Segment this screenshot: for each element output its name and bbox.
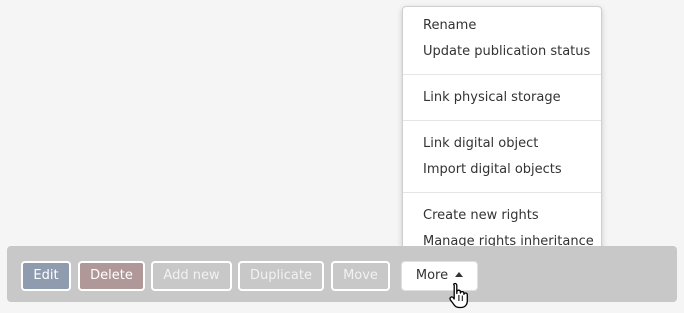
action-bar: Edit Delete Add new Duplicate Move More — [7, 246, 677, 302]
menu-item-import-digital-objects[interactable]: Import digital objects — [403, 157, 601, 183]
duplicate-button[interactable]: Duplicate — [238, 261, 324, 291]
menu-item-rename[interactable]: Rename — [403, 13, 601, 39]
more-button-label: More — [415, 268, 449, 283]
hand-pointer-cursor-icon — [449, 282, 468, 309]
move-button[interactable]: Move — [331, 261, 390, 291]
add-new-button[interactable]: Add new — [151, 261, 232, 291]
menu-item-create-new-rights[interactable]: Create new rights — [403, 203, 601, 229]
caret-up-icon — [455, 272, 464, 277]
menu-divider — [403, 74, 601, 75]
more-dropdown-menu: Rename Update publication status Link ph… — [402, 6, 602, 258]
menu-divider — [403, 120, 601, 121]
menu-item-link-digital-object[interactable]: Link digital object — [403, 131, 601, 157]
menu-divider — [403, 192, 601, 193]
page: Rename Update publication status Link ph… — [0, 0, 684, 313]
menu-item-update-publication-status[interactable]: Update publication status — [403, 39, 601, 65]
delete-button[interactable]: Delete — [78, 261, 145, 291]
edit-button[interactable]: Edit — [21, 261, 71, 291]
menu-item-link-physical-storage[interactable]: Link physical storage — [403, 85, 601, 111]
